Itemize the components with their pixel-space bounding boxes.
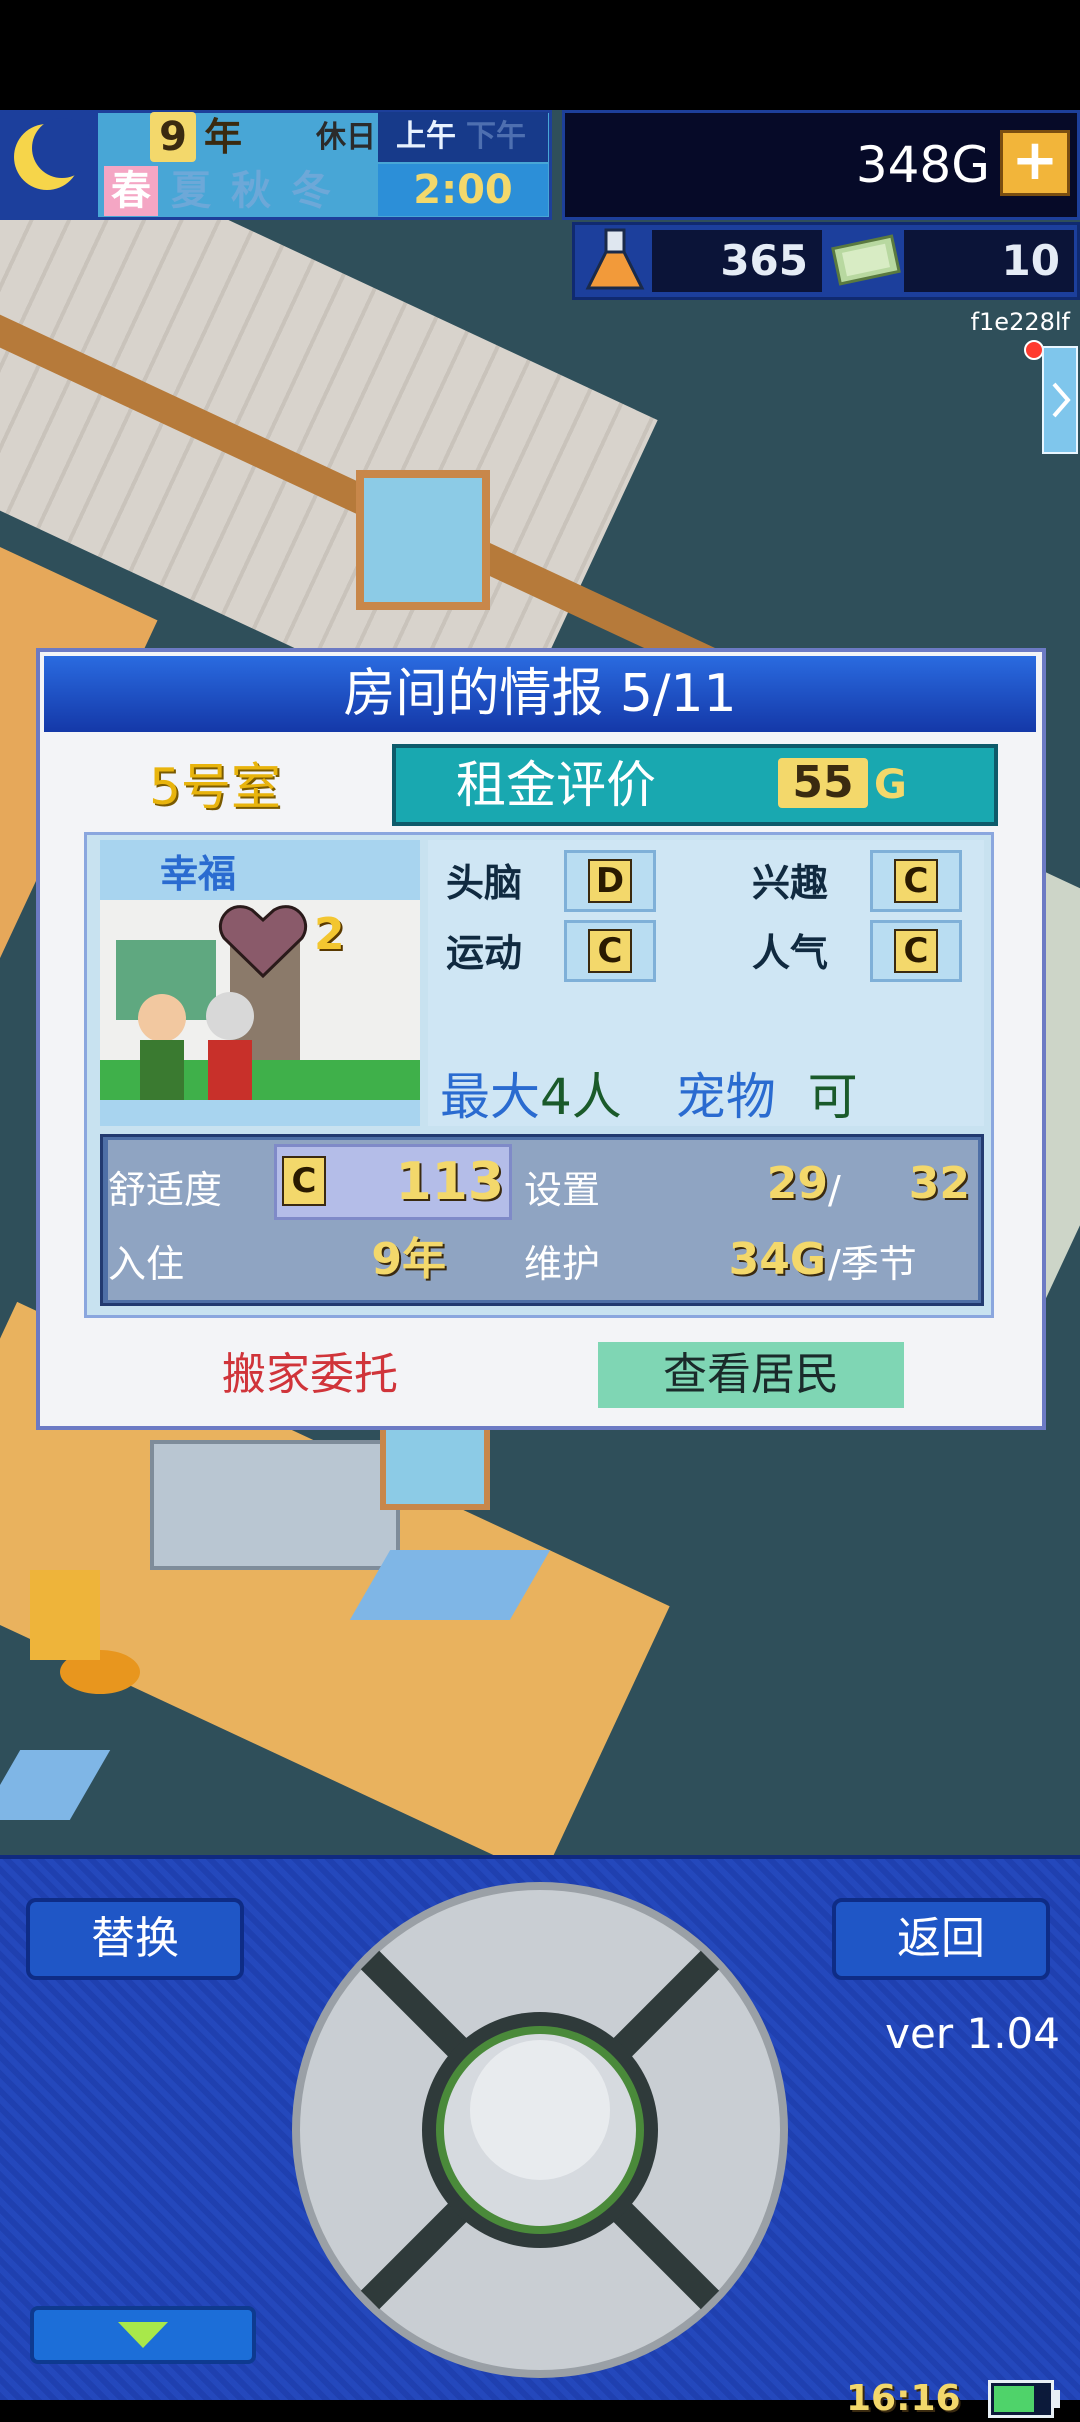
season-summer: 夏 (171, 168, 211, 214)
am-label: 上午 (396, 119, 456, 154)
dpad[interactable] (290, 1880, 790, 2380)
notification-dot (1024, 340, 1044, 360)
residence-label: 入住 (108, 1242, 185, 1286)
season-autumn: 秋 (231, 168, 271, 214)
stat-grade-interest: C (870, 850, 962, 912)
residence-value: 9年 (371, 1234, 446, 1285)
happy-label: 幸福 (160, 852, 237, 896)
stat-label-sports: 运动 (446, 931, 523, 975)
maintenance-unit: /季节 (828, 1242, 917, 1286)
season-spring: 春 (104, 166, 158, 216)
residents-scene (100, 900, 420, 1100)
heart-count: 2 (314, 909, 345, 960)
side-menu-tab[interactable] (1042, 346, 1078, 454)
stat-label-brains: 头脑 (446, 861, 523, 905)
sofa (30, 1570, 100, 1660)
user-id: f1e228lf (970, 308, 1070, 336)
swap-button[interactable]: 替换 (26, 1898, 244, 1980)
money-amount: 348G (855, 136, 990, 194)
stat-label-interest: 兴趣 (752, 861, 829, 905)
device-clock: 16:16 (846, 2378, 961, 2419)
move-out-button[interactable]: 搬家委托 (170, 1342, 450, 1408)
setting-separator: / (828, 1168, 841, 1212)
stat-grade-brains: D (564, 850, 656, 912)
rent-value: 55 (778, 758, 868, 808)
room-number: 5号室 (149, 758, 281, 816)
door-mat-left (0, 1750, 111, 1820)
comfort-grade: C (282, 1156, 326, 1206)
chevron-down-icon (118, 2322, 168, 2348)
dialog-title: 房间的情报 5/11 (44, 656, 1036, 732)
back-button[interactable]: 返回 (832, 1898, 1050, 1980)
ticket-icon (831, 234, 901, 286)
pm-label: 下午 (466, 119, 526, 154)
capacity-label: 最大 (440, 1068, 540, 1126)
pet-label: 宠物 (675, 1068, 776, 1126)
maintenance-label: 维护 (524, 1242, 601, 1286)
version-label: ver 1.04 (885, 2009, 1060, 2058)
collapse-button[interactable] (30, 2306, 256, 2364)
holiday-label: 休日 (316, 120, 376, 155)
comfort-label: 舒适度 (108, 1168, 223, 1212)
capacity-line: 最大4人 宠物 可 (440, 1068, 980, 1126)
ticket-count: 10 (904, 230, 1074, 292)
stat-label-popularity: 人气 (752, 931, 829, 975)
add-money-button[interactable]: + (1000, 130, 1070, 196)
flask-icon (585, 228, 645, 290)
stat-grade-sports: C (564, 920, 656, 982)
heart-icon (218, 905, 308, 979)
year-number: 9 (150, 112, 196, 162)
kitchen-counter (150, 1440, 400, 1570)
season-winter: 冬 (291, 168, 331, 214)
status-bar (0, 0, 1080, 110)
glass-door-top (356, 470, 490, 610)
year-unit: 年 (204, 115, 243, 159)
rent-unit: G (874, 762, 907, 808)
rent-label: 租金评价 (456, 756, 656, 814)
research-points: 365 (652, 230, 822, 292)
chevron-right-icon (1052, 382, 1071, 418)
setting-current: 29 (766, 1158, 828, 1209)
maintenance-value: 34G (728, 1234, 826, 1285)
pet-value: 可 (807, 1068, 858, 1126)
comfort-value: 113 (395, 1152, 504, 1212)
view-residents-button[interactable]: 查看居民 (598, 1342, 904, 1408)
stat-grade-popularity: C (870, 920, 962, 982)
setting-max: 32 (908, 1158, 970, 1209)
game-time: 2:00 (413, 167, 513, 213)
resident-portrait[interactable] (100, 840, 420, 1126)
setting-label: 设置 (524, 1168, 601, 1212)
night-indicator (0, 110, 98, 220)
capacity-value: 4人 (540, 1068, 622, 1126)
